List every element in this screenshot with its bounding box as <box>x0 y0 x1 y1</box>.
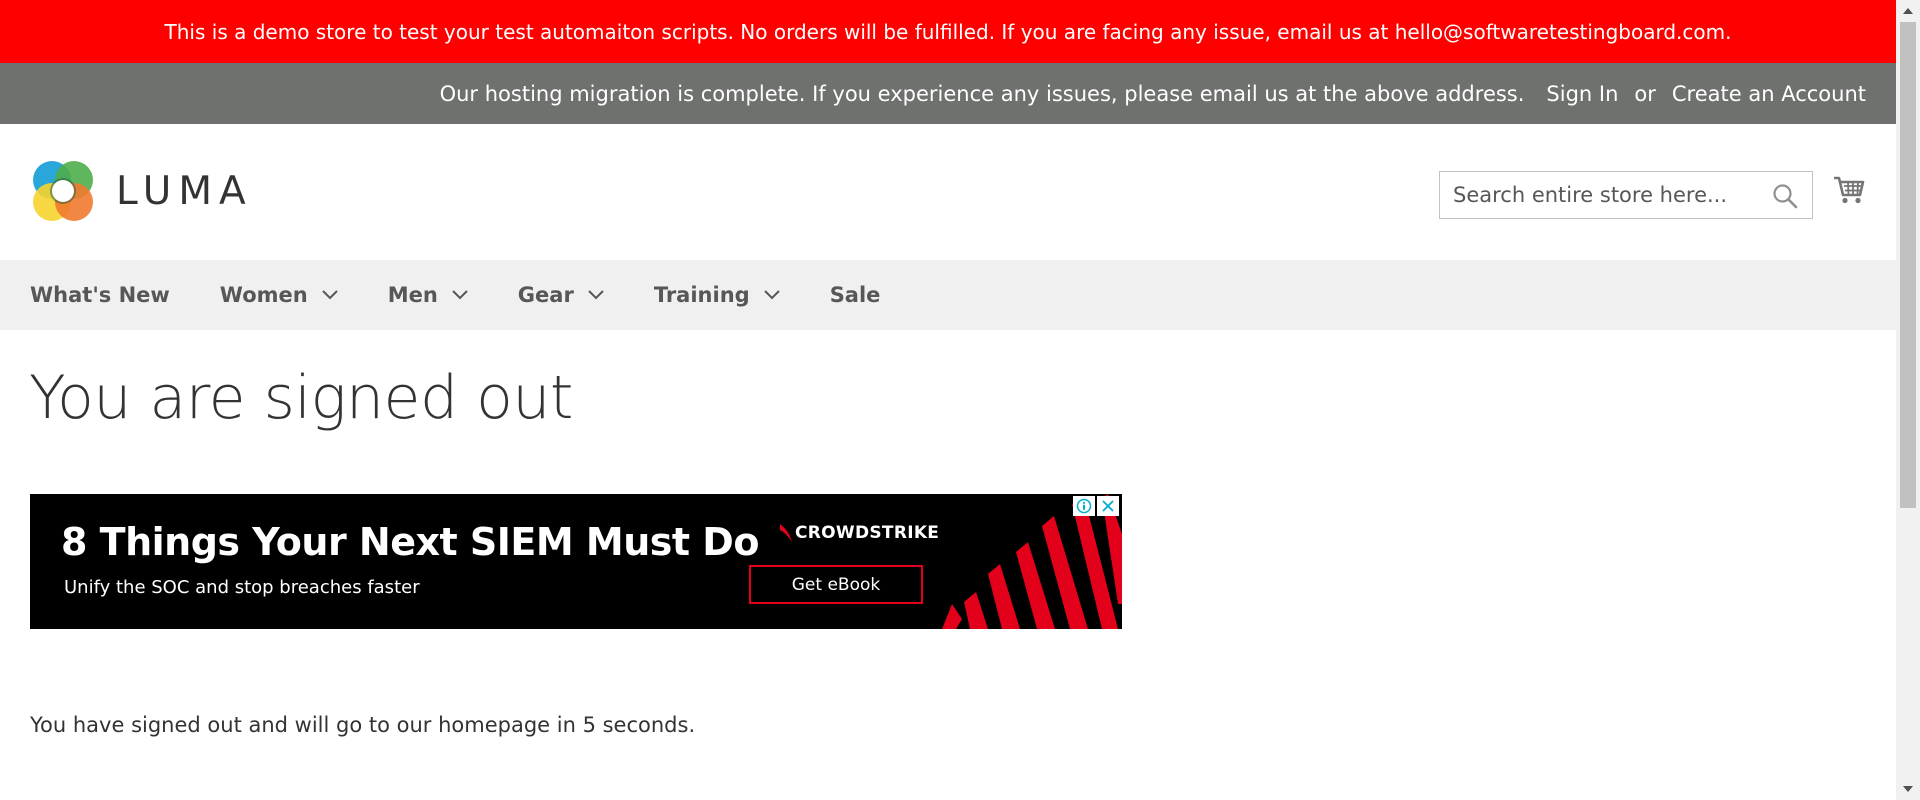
nav-item-label: Sale <box>829 283 881 307</box>
nav-item-label: Training <box>653 283 750 307</box>
demo-notice-text: This is a demo store to test your test a… <box>164 19 1732 44</box>
adchoices-info-icon[interactable] <box>1073 496 1095 516</box>
migration-message: Our hosting migration is complete. If yo… <box>439 81 1525 106</box>
ad-close-icon[interactable] <box>1097 496 1119 516</box>
luma-logo-icon <box>33 161 93 221</box>
chevron-down-icon <box>763 290 780 300</box>
nav-item-sale[interactable]: Sale <box>830 283 881 307</box>
demo-notice-banner: This is a demo store to test your test a… <box>0 0 1896 63</box>
get-ebook-label: Get eBook <box>791 574 881 595</box>
or-separator: or <box>1634 81 1656 106</box>
sign-in-link[interactable]: Sign In <box>1546 82 1618 106</box>
get-ebook-button[interactable]: Get eBook <box>749 565 923 604</box>
nav-item-label: Men <box>387 283 438 307</box>
ad-brand: CROWDSTRIKE <box>779 522 939 544</box>
search-box <box>1439 171 1813 219</box>
nav-item-women[interactable]: Women <box>220 283 338 307</box>
nav-item-label: Gear <box>517 283 574 307</box>
signed-out-message: You have signed out and will go to our h… <box>30 713 696 737</box>
vertical-scrollbar[interactable] <box>1896 0 1920 800</box>
nav-item-whats-new[interactable]: What's New <box>30 283 170 307</box>
cart-icon[interactable] <box>1832 172 1866 206</box>
falcon-logo-icon <box>780 524 792 542</box>
ad-headline: 8 Things Your Next SIEM Must Do <box>61 520 759 564</box>
scroll-up-arrow-icon[interactable] <box>1896 0 1920 22</box>
nav-item-training[interactable]: Training <box>654 283 780 307</box>
create-account-link[interactable]: Create an Account <box>1672 82 1866 106</box>
advertisement-banner[interactable]: 8 Things Your Next SIEM Must Do Unify th… <box>30 494 1122 629</box>
chevron-down-icon <box>452 290 468 300</box>
ad-brand-name: CROWDSTRIKE <box>795 523 940 543</box>
store-logo[interactable]: LUMA <box>30 156 253 226</box>
search-icon[interactable] <box>1772 183 1798 209</box>
nav-item-label: Women <box>219 283 308 307</box>
nav-item-gear[interactable]: Gear <box>518 283 604 307</box>
ad-subline: Unify the SOC and stop breaches faster <box>64 577 420 598</box>
panel-header: Our hosting migration is complete. If yo… <box>0 63 1896 124</box>
ad-decorative-stripes <box>942 494 1122 629</box>
page-title: You are signed out <box>29 363 573 433</box>
search-input[interactable] <box>1440 172 1760 218</box>
nav-item-label: What's New <box>30 283 170 307</box>
scroll-down-arrow-icon[interactable] <box>1896 778 1920 800</box>
scrollbar-thumb[interactable] <box>1900 22 1916 508</box>
page-viewport: This is a demo store to test your test a… <box>0 0 1896 800</box>
chevron-down-icon <box>588 290 604 300</box>
logo-wordmark: LUMA <box>116 168 253 214</box>
chevron-down-icon <box>321 290 338 300</box>
main-navigation: What's New Women Men Gear Training Sale <box>0 260 1896 330</box>
nav-item-men[interactable]: Men <box>388 283 468 307</box>
